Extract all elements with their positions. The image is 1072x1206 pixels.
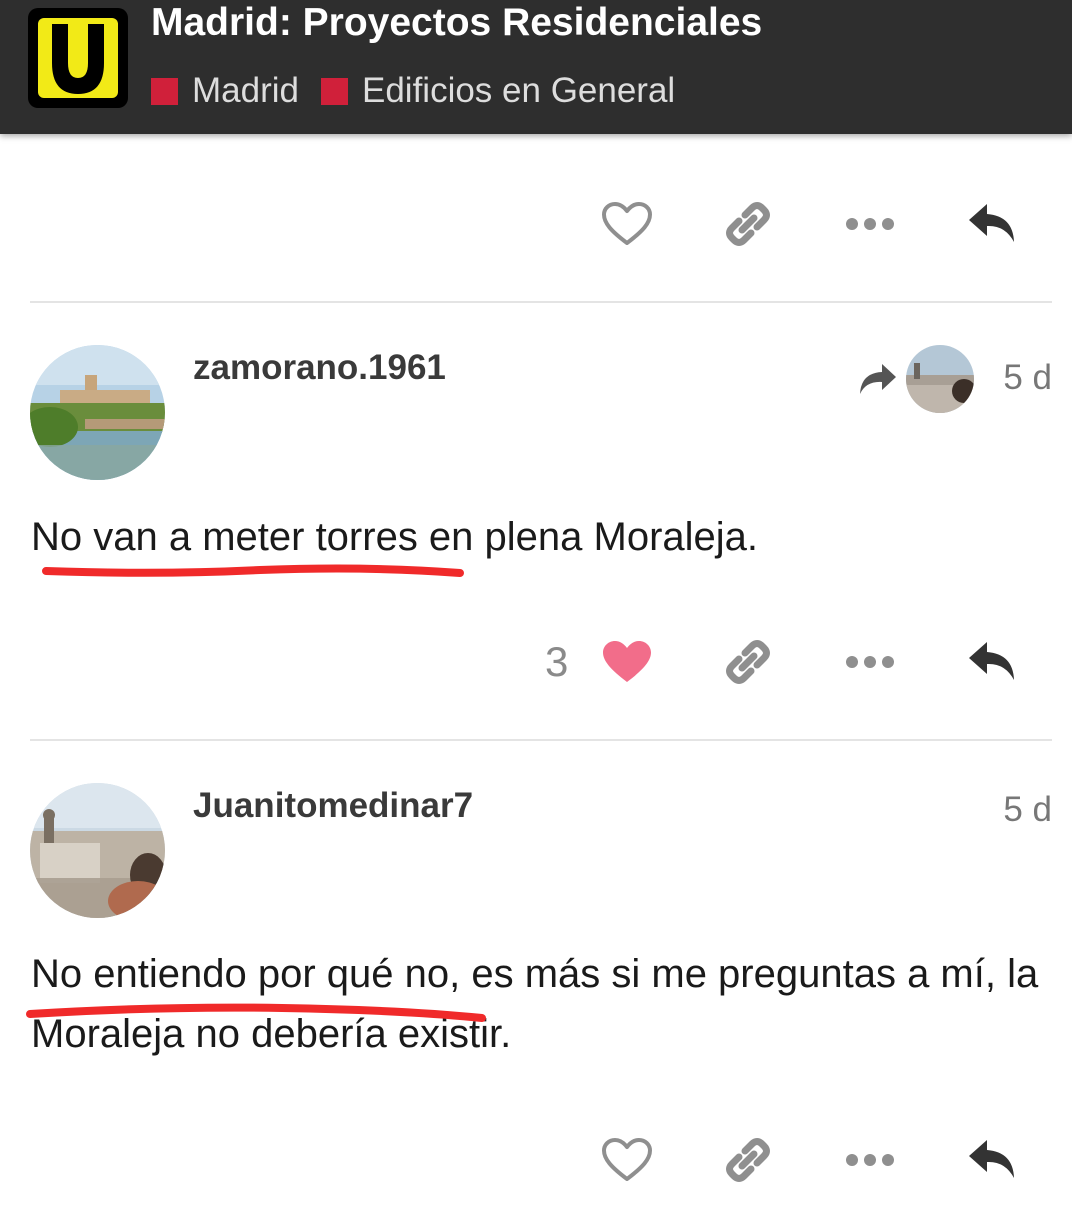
reply-icon xyxy=(969,642,1014,680)
link-icon xyxy=(726,202,770,246)
avatar[interactable] xyxy=(30,345,165,480)
category-edificios[interactable]: Edificios en General xyxy=(320,71,676,111)
share-link-button[interactable] xyxy=(720,1125,776,1195)
post-username[interactable]: zamorano.1961 xyxy=(193,348,446,388)
heart-outline-icon xyxy=(602,1138,652,1181)
reply-button[interactable] xyxy=(964,1125,1020,1195)
like-count[interactable]: 3 xyxy=(545,627,568,697)
category-color-square xyxy=(151,77,178,105)
reply-icon xyxy=(969,1140,1014,1178)
reply-to-avatar[interactable] xyxy=(906,345,974,413)
heart-filled-icon xyxy=(603,641,651,682)
link-icon xyxy=(726,1138,770,1182)
breadcrumb: Madrid Edificios en General xyxy=(151,68,697,114)
ellipsis-icon xyxy=(846,218,894,230)
post-username[interactable]: Juanitomedinar7 xyxy=(193,786,473,826)
post-divider xyxy=(30,301,1052,303)
like-button[interactable] xyxy=(600,627,654,697)
post-body: No entiendo por qué no, es más si me pre… xyxy=(31,952,1039,1056)
like-button[interactable] xyxy=(600,189,654,259)
topic-title[interactable]: Madrid: Proyectos Residenciales xyxy=(151,0,762,46)
category-label: Edificios en General xyxy=(361,71,676,110)
post-actions: 3 xyxy=(0,627,1072,697)
post-age: 5 d xyxy=(1003,358,1052,397)
category-label: Madrid xyxy=(192,71,299,110)
reply-button[interactable] xyxy=(964,189,1020,259)
category-madrid[interactable]: Madrid xyxy=(151,71,299,111)
category-color-square xyxy=(320,77,348,105)
reply-to-arrow-icon[interactable] xyxy=(858,362,898,396)
reply-to-avatar-image xyxy=(906,345,974,413)
ellipsis-icon xyxy=(846,656,894,668)
heart-outline-icon xyxy=(602,202,652,245)
link-icon xyxy=(726,640,770,684)
more-actions-button[interactable] xyxy=(844,189,896,259)
post-body: No van a meter torres en plena Moraleja. xyxy=(31,515,759,559)
like-button[interactable] xyxy=(600,1125,654,1195)
more-actions-button[interactable] xyxy=(844,627,896,697)
post-age: 5 d xyxy=(1003,790,1052,829)
more-actions-button[interactable] xyxy=(844,1125,896,1195)
reply-icon xyxy=(969,204,1014,242)
avatar-image xyxy=(30,783,165,918)
topic-header: Madrid: Proyectos Residenciales Madrid E… xyxy=(0,0,1072,134)
logo-u-mark xyxy=(38,18,118,98)
post-actions xyxy=(0,1125,1072,1195)
site-logo[interactable] xyxy=(28,8,128,108)
post-actions xyxy=(0,189,1072,259)
ellipsis-icon xyxy=(846,1154,894,1166)
post-divider xyxy=(30,739,1052,741)
avatar[interactable] xyxy=(30,783,165,918)
share-link-button[interactable] xyxy=(720,627,776,697)
reply-button[interactable] xyxy=(964,627,1020,697)
avatar-image xyxy=(30,345,165,480)
share-link-button[interactable] xyxy=(720,189,776,259)
